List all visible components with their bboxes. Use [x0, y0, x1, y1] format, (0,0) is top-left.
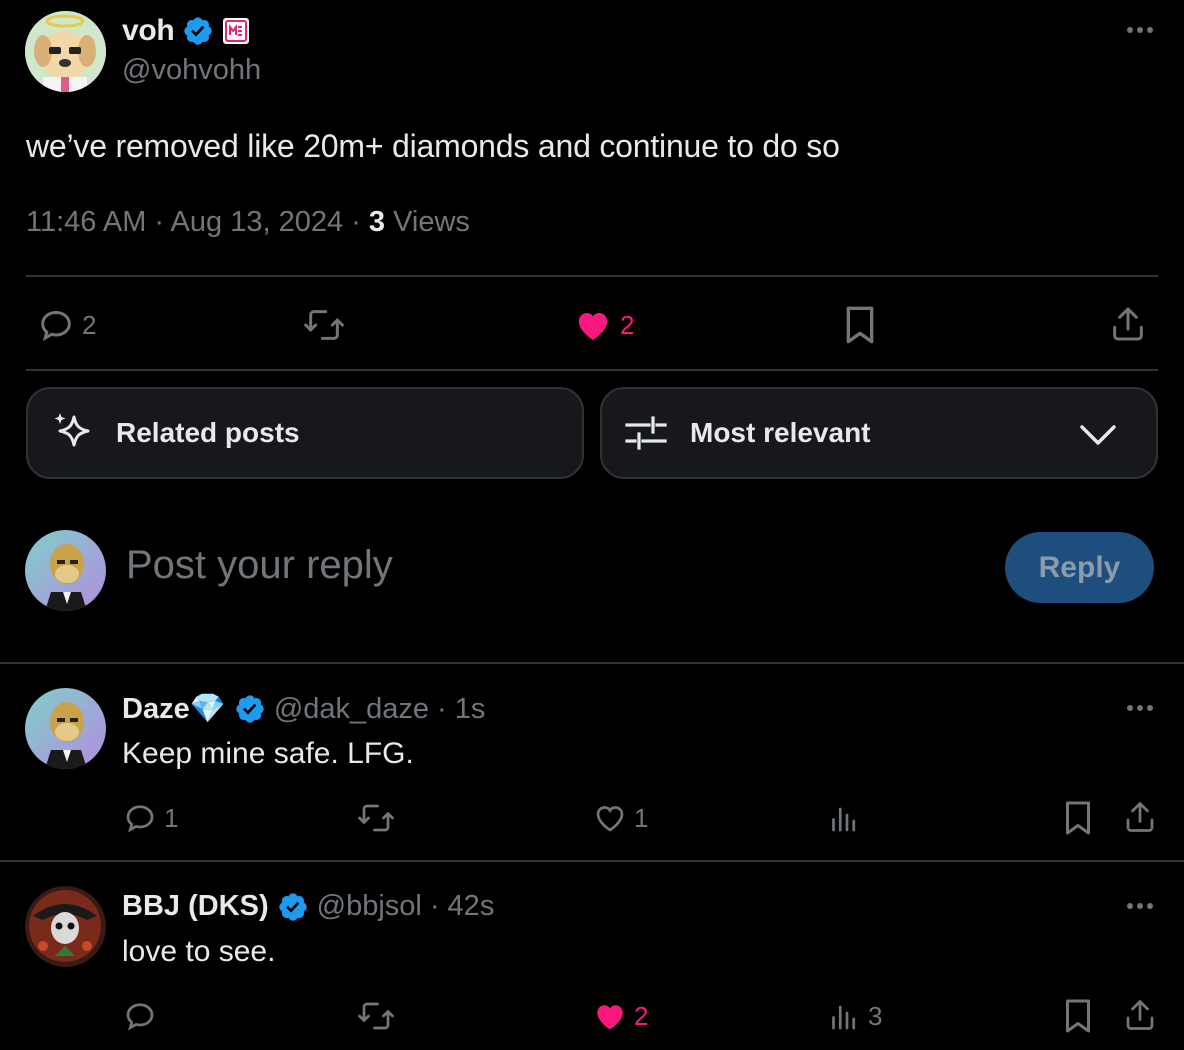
bookmark-icon	[1062, 998, 1094, 1034]
divider	[0, 860, 1184, 862]
related-posts-button[interactable]: Related posts	[26, 387, 584, 479]
affiliate-badge-icon[interactable]	[222, 17, 250, 45]
bookmark-icon	[842, 305, 878, 345]
current-user-avatar[interactable]	[25, 530, 106, 611]
reply-views-button[interactable]	[826, 800, 862, 836]
reply-icon	[122, 998, 158, 1034]
reply-author-handle[interactable]: @dak_daze	[274, 693, 429, 726]
reply-text: Keep mine safe. LFG.	[122, 737, 414, 770]
share-icon	[1108, 304, 1148, 344]
reply-timestamp[interactable]: · 42s	[430, 890, 494, 923]
reply-author-name[interactable]: BBJ (DKS)	[122, 890, 269, 923]
main-reply-button[interactable]: 2	[36, 305, 96, 345]
divider	[26, 369, 1158, 371]
heart-outline-icon	[592, 800, 628, 836]
reply-share-button[interactable]	[1122, 997, 1158, 1033]
reply-more-icon[interactable]	[1124, 896, 1156, 916]
main-repost-button[interactable]	[302, 305, 346, 345]
main-author-handle[interactable]: @vohvohh	[122, 54, 261, 87]
main-reply-count: 2	[82, 309, 97, 340]
main-views-label: Views	[385, 206, 470, 238]
divider	[26, 275, 1158, 277]
main-bookmark-button[interactable]	[842, 305, 878, 345]
reply-icon	[122, 800, 158, 836]
main-like-button[interactable]: 2	[572, 305, 634, 345]
reply-reply-button[interactable]: 1	[122, 800, 178, 836]
reply-views-button[interactable]: 3	[826, 998, 882, 1034]
reply-more-icon[interactable]	[1124, 698, 1156, 718]
reply-like-button[interactable]: 2	[592, 998, 648, 1034]
reply-submit-button[interactable]: Reply	[1005, 532, 1154, 603]
heart-filled-icon	[572, 305, 614, 345]
reply-views-count: 3	[868, 1000, 883, 1031]
repost-icon	[356, 800, 396, 836]
bookmark-icon	[1062, 800, 1094, 836]
main-author-avatar[interactable]	[25, 11, 106, 92]
chevron-down-icon	[1078, 419, 1118, 449]
verified-badge-icon	[234, 693, 266, 725]
main-tweet-timestamp[interactable]: 11:46 AM · Aug 13, 2024 ·	[26, 206, 369, 238]
analytics-icon	[826, 998, 862, 1034]
reply-bookmark-button[interactable]	[1062, 800, 1094, 836]
verified-badge-icon	[182, 15, 214, 47]
reply-bookmark-button[interactable]	[1062, 998, 1094, 1034]
share-icon	[1122, 997, 1158, 1033]
reply-avatar[interactable]	[25, 886, 106, 967]
related-posts-label: Related posts	[116, 417, 300, 448]
reply-avatar[interactable]	[25, 688, 106, 769]
sparkle-icon	[50, 409, 98, 457]
reply-input[interactable]: Post your reply	[126, 543, 393, 588]
reply-reply-button[interactable]	[122, 998, 158, 1034]
reply-repost-button[interactable]	[356, 998, 396, 1034]
main-more-icon[interactable]	[1124, 20, 1156, 40]
sort-dropdown[interactable]: Most relevant	[600, 387, 1158, 479]
main-views-count: 3	[368, 206, 386, 238]
reply-header: Daze💎 @dak_daze · 1s	[122, 692, 485, 726]
heart-filled-icon	[592, 998, 628, 1034]
reply-like-button[interactable]: 1	[592, 800, 648, 836]
reply-share-button[interactable]	[1122, 799, 1158, 835]
verified-badge-icon	[277, 891, 309, 923]
main-author-name[interactable]: voh	[122, 14, 175, 48]
analytics-icon	[826, 800, 862, 836]
main-tweet-meta: 11:46 AM · Aug 13, 2024 · 3 Views	[26, 206, 470, 239]
reply-text: love to see.	[122, 935, 276, 968]
sliders-icon	[624, 411, 668, 455]
reply-header: BBJ (DKS) @bbjsol · 42s	[122, 890, 494, 923]
reply-author-handle[interactable]: @bbjsol	[317, 890, 422, 923]
reply-reply-count: 1	[164, 802, 179, 833]
reply-repost-button[interactable]	[356, 800, 396, 836]
share-icon	[1122, 799, 1158, 835]
reply-like-count: 2	[634, 1000, 649, 1031]
reply-like-count: 1	[634, 802, 649, 833]
reply-timestamp[interactable]: · 1s	[437, 693, 485, 726]
main-tweet-text: we’ve removed like 20m+ diamonds and con…	[26, 128, 840, 164]
reply-author-name[interactable]: Daze💎	[122, 692, 226, 726]
repost-icon	[356, 998, 396, 1034]
divider	[0, 662, 1184, 664]
sort-label: Most relevant	[690, 417, 871, 448]
main-like-count: 2	[620, 309, 635, 340]
reply-icon	[36, 305, 76, 345]
repost-icon	[302, 305, 346, 345]
main-share-button[interactable]	[1108, 304, 1148, 344]
